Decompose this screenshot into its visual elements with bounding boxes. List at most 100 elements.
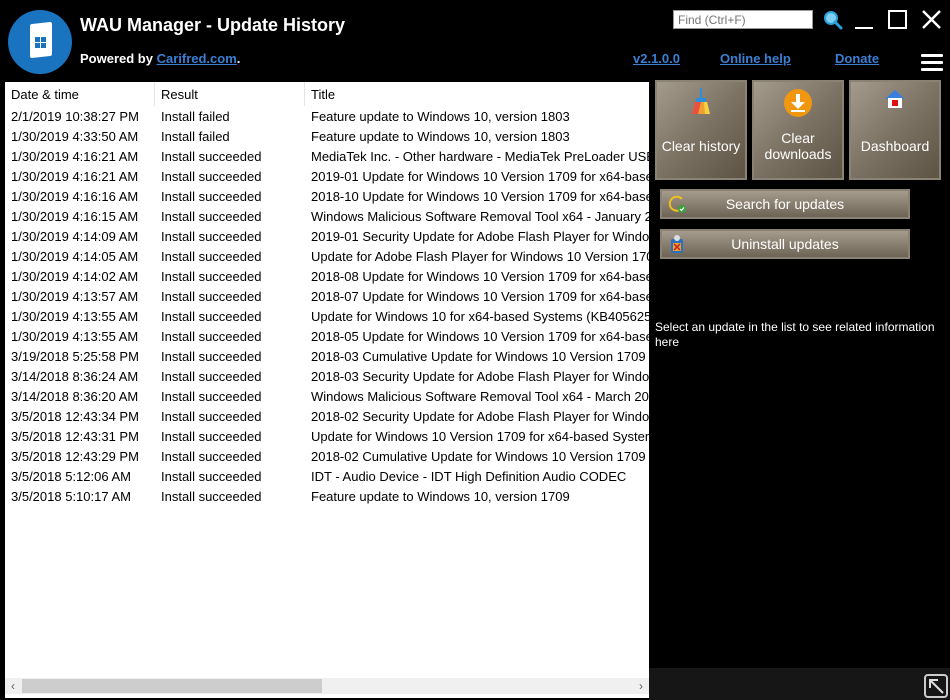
table-row[interactable]: 3/5/2018 5:12:06 AM Install succeeded IDT … [5,466,649,486]
row-result: Install succeeded [161,389,262,404]
table-row[interactable]: 1/30/2019 4:13:55 AM Install succeeded Upd… [5,306,649,326]
row-result: Install failed [161,109,230,124]
carifred-link[interactable]: Carifred.com [157,51,237,66]
table-row[interactable]: 1/30/2019 4:16:16 AM Install succeeded 201… [5,186,649,206]
row-title: 2018-02 Cumulative Update for Windows 10… [311,449,649,464]
table-row[interactable]: 3/5/2018 12:43:29 PM Install succeeded 201… [5,446,649,466]
list-rows: 2/1/2019 10:38:27 PM Install failed Featur… [5,106,649,506]
table-row[interactable]: 3/5/2018 12:43:34 PM Install succeeded 201… [5,406,649,426]
row-date: 1/30/2019 4:13:57 AM [11,289,139,304]
row-result: Install succeeded [161,269,262,284]
find-input[interactable] [673,10,813,29]
row-result: Install succeeded [161,309,262,324]
close-button[interactable] [920,8,944,32]
row-result: Install succeeded [161,409,262,424]
window-title: WAU Manager - Update History [80,15,346,35]
table-row[interactable]: 3/5/2018 12:43:31 PM Install succeeded Upd… [5,426,649,446]
scroll-right-arrow-icon[interactable]: › [633,678,649,694]
list-header: Date & time Result Title [5,82,649,106]
row-date: 3/5/2018 12:43:34 PM [11,409,139,424]
table-row[interactable]: 1/30/2019 4:13:57 AM Install succeeded 201… [5,286,649,306]
row-title: Update for Adobe Flash Player for Window… [311,249,649,264]
row-result: Install succeeded [161,229,262,244]
row-title: 2018-10 Update for Windows 10 Version 17… [311,189,649,204]
row-result: Install succeeded [161,429,262,444]
table-row[interactable]: 3/14/2018 8:36:24 AM Install succeeded 201… [5,366,649,386]
table-row[interactable]: 1/30/2019 4:14:02 AM Install succeeded 201… [5,266,649,286]
broom-icon [692,88,710,114]
scroll-left-arrow-icon[interactable]: ‹ [5,678,21,694]
row-result: Install succeeded [161,489,262,504]
row-date: 2/1/2019 10:38:27 PM [11,109,139,124]
row-result: Install succeeded [161,369,262,384]
row-title: MediaTek Inc. - Other hardware - MediaTe… [311,149,649,164]
row-date: 1/30/2019 4:13:55 AM [11,309,139,324]
row-title: 2019-01 Update for Windows 10 Version 17… [311,169,649,184]
table-row[interactable]: 1/30/2019 4:14:09 AM Install succeeded 201… [5,226,649,246]
table-row[interactable]: 1/30/2019 4:14:05 AM Install succeeded Upd… [5,246,649,266]
row-date: 1/30/2019 4:14:02 AM [11,269,139,284]
column-header-result[interactable]: Result [155,82,305,106]
table-row[interactable]: 3/14/2018 8:36:20 AM Install succeeded Win… [5,386,649,406]
update-history-list[interactable]: Date & time Result Title 2/1/2019 10:38:… [5,82,649,698]
row-date: 1/30/2019 4:16:15 AM [11,209,139,224]
row-result: Install succeeded [161,189,262,204]
row-title: Feature update to Windows 10, version 18… [311,129,570,144]
clear-downloads-button[interactable]: Clear downloads [752,80,844,180]
download-icon [784,89,812,117]
table-row[interactable]: 3/5/2018 5:10:17 AM Install succeeded Feat… [5,486,649,506]
table-row[interactable]: 1/30/2019 4:16:21 AM Install succeeded 201… [5,166,649,186]
row-title: Update for Windows 10 Version 1709 for x… [311,429,649,444]
version-link[interactable]: v2.1.0.0 [633,51,680,66]
dashboard-button[interactable]: Dashboard [849,80,941,180]
search-icon[interactable] [822,9,844,31]
row-result: Install succeeded [161,349,262,364]
row-title: Windows Malicious Software Removal Tool … [311,389,649,404]
search-for-updates-button[interactable]: Search for updates [660,189,910,219]
row-title: Windows Malicious Software Removal Tool … [311,209,649,224]
row-date: 1/30/2019 4:16:21 AM [11,149,139,164]
column-header-date[interactable]: Date & time [5,82,155,106]
row-date: 3/5/2018 12:43:31 PM [11,429,139,444]
hamburger-menu-icon[interactable] [921,54,943,74]
row-result: Install failed [161,129,230,144]
row-result: Install succeeded [161,289,262,304]
home-icon [885,90,905,108]
row-result: Install succeeded [161,329,262,344]
clear-downloads-label: Clear downloads [764,130,832,162]
scrollbar-thumb[interactable] [22,679,322,693]
app-logo-icon [8,10,72,74]
status-bar [649,668,950,700]
row-result: Install succeeded [161,249,262,264]
uninstall-updates-button[interactable]: Uninstall updates [660,229,910,259]
table-row[interactable]: 1/30/2019 4:16:21 AM Install succeeded Med… [5,146,649,166]
uninstall-package-icon [671,235,683,253]
row-date: 1/30/2019 4:14:09 AM [11,229,139,244]
row-title: 2018-05 Update for Windows 10 Version 17… [311,329,649,344]
table-row[interactable]: 1/30/2019 4:16:15 AM Install succeeded Win… [5,206,649,226]
table-row[interactable]: 3/19/2018 5:25:58 PM Install succeeded 201… [5,346,649,366]
row-date: 1/30/2019 4:33:50 AM [11,129,139,144]
expand-arrow-icon[interactable] [924,674,948,698]
clear-history-label: Clear history [661,138,741,154]
row-date: 1/30/2019 4:14:05 AM [11,249,139,264]
minimize-button[interactable] [853,8,877,32]
horizontal-scrollbar[interactable]: ‹ › [5,678,649,694]
wau-manager-window: WAU Manager - Update History Powered by … [0,0,950,700]
row-result: Install succeeded [161,469,262,484]
column-header-title[interactable]: Title [305,82,649,106]
powered-by: Powered by Carifred.com. [80,51,241,66]
clear-history-button[interactable]: Clear history [655,80,747,180]
row-title: 2019-01 Security Update for Adobe Flash … [311,229,649,244]
row-title: Feature update to Windows 10, version 17… [311,489,570,504]
row-date: 1/30/2019 4:16:16 AM [11,189,139,204]
row-date: 3/19/2018 5:25:58 PM [11,349,139,364]
table-row[interactable]: 2/1/2019 10:38:27 PM Install failed Featur… [5,106,649,126]
maximize-button[interactable] [887,8,911,32]
donate-link[interactable]: Donate [835,51,879,66]
online-help-link[interactable]: Online help [720,51,791,66]
update-info-text: Select an update in the list to see rela… [655,320,935,349]
table-row[interactable]: 1/30/2019 4:13:55 AM Install succeeded 201… [5,326,649,346]
row-date: 1/30/2019 4:13:55 AM [11,329,139,344]
table-row[interactable]: 1/30/2019 4:33:50 AM Install failed Featur… [5,126,649,146]
